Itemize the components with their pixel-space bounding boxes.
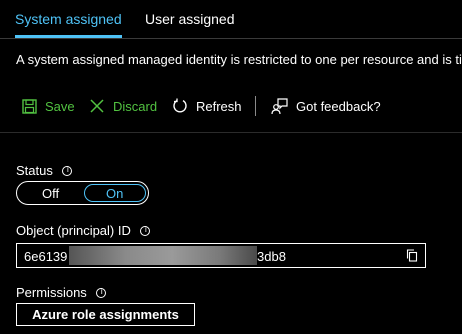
save-button[interactable]: Save — [22, 92, 75, 120]
description-text: A system assigned managed identity is re… — [16, 52, 462, 67]
refresh-label: Refresh — [196, 98, 242, 114]
refresh-button[interactable]: Refresh — [172, 92, 242, 120]
redaction-block — [69, 246, 257, 265]
copy-icon[interactable] — [406, 249, 418, 265]
status-label-text: Status — [16, 163, 53, 178]
tab-divider — [0, 38, 462, 39]
status-label: Status — [16, 163, 73, 178]
feedback-label: Got feedback? — [296, 98, 381, 114]
object-id-field[interactable]: 6e6139 3db8 — [16, 243, 426, 268]
object-id-prefix: 6e6139 — [24, 249, 68, 264]
permissions-label-text: Permissions — [16, 285, 87, 300]
status-off-option[interactable]: Off — [42, 186, 59, 201]
close-icon — [89, 98, 105, 114]
save-icon — [22, 98, 37, 114]
command-bar: Save Discard Refresh Got feedback? — [0, 92, 462, 120]
save-label: Save — [45, 98, 75, 114]
object-id-label-text: Object (principal) ID — [16, 223, 131, 238]
toolbar-divider — [0, 132, 462, 133]
feedback-button[interactable]: Got feedback? — [271, 92, 381, 120]
status-toggle[interactable]: Off On — [16, 181, 149, 205]
refresh-icon — [172, 98, 188, 114]
object-id-suffix: 3db8 — [257, 249, 286, 264]
permissions-label: Permissions — [16, 285, 107, 300]
toolbar-separator — [255, 96, 256, 116]
tab-system-assigned[interactable]: System assigned — [15, 11, 122, 27]
info-icon[interactable] — [95, 287, 107, 298]
info-icon[interactable] — [139, 225, 151, 236]
status-on-option[interactable]: On — [106, 186, 123, 201]
tab-user-assigned[interactable]: User assigned — [145, 11, 235, 27]
feedback-icon — [271, 97, 288, 115]
object-id-label: Object (principal) ID — [16, 223, 151, 238]
azure-role-assignments-button[interactable]: Azure role assignments — [16, 303, 195, 326]
tab-bar: System assigned User assigned — [0, 0, 462, 39]
discard-button[interactable]: Discard — [89, 92, 157, 120]
info-icon[interactable] — [61, 165, 73, 176]
discard-label: Discard — [113, 98, 158, 114]
